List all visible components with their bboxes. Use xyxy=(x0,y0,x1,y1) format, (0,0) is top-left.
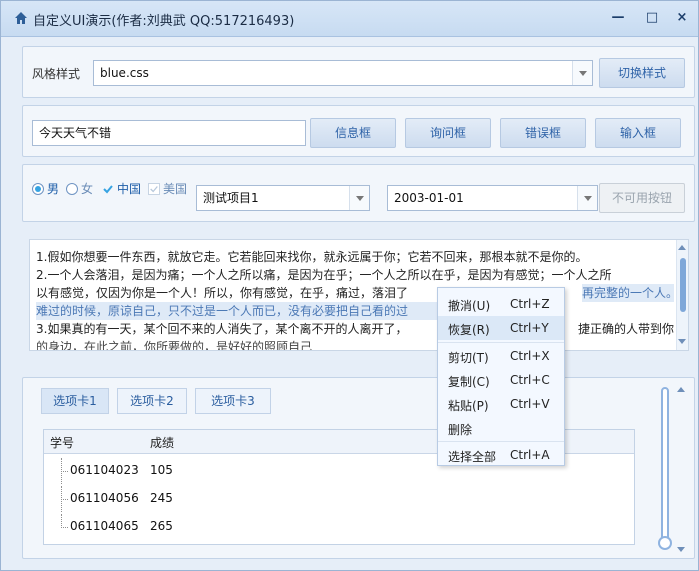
tree-line xyxy=(61,514,62,528)
text-scrollbar[interactable] xyxy=(676,240,688,350)
chevron-down-icon[interactable] xyxy=(577,186,597,210)
menu-paste-shortcut: Ctrl+V xyxy=(510,397,550,411)
title-bar[interactable]: 自定义UI演示(作者:刘典武 QQ:517216493) — □ × xyxy=(1,1,698,37)
menu-delete[interactable]: 删除 xyxy=(438,416,564,440)
text-editor[interactable]: 1.假如你想要一件东西，就放它走。它若能回来找你，就永远属于你；它若不回来，那根… xyxy=(29,239,689,351)
error-box-button[interactable]: 错误框 xyxy=(500,118,586,148)
project-combobox-value: 测试项目1 xyxy=(203,191,259,205)
text-line-5: 3.如果真的有一天，某个回不来的人消失了，某个离不开的人离开了， xyxy=(36,322,408,336)
window-title: 自定义UI演示(作者:刘典武 QQ:517216493) xyxy=(33,14,295,29)
female-radio[interactable] xyxy=(66,183,78,195)
menu-delete-label: 删除 xyxy=(448,423,473,437)
minimize-button[interactable]: — xyxy=(607,7,629,29)
text-line-2: 2.一个人会落泪，是因为痛；一个人之所以痛，是因为在乎；一个人之所以在乎，是因为… xyxy=(36,268,612,282)
scroll-down-icon[interactable] xyxy=(678,339,686,344)
header-score: 成绩 xyxy=(150,436,175,450)
menu-redo-label: 恢复(R) xyxy=(448,323,490,337)
male-radio-label: 男 xyxy=(47,182,60,196)
female-radio-label: 女 xyxy=(81,182,94,196)
menu-undo-shortcut: Ctrl+Z xyxy=(510,297,550,311)
text-line-4: 难过的时候，原谅自己，只不过是一个人而已，没有必要把自己看的过 xyxy=(36,302,446,320)
date-combobox[interactable]: 2003-01-01 xyxy=(387,185,598,211)
chevron-down-icon[interactable] xyxy=(349,186,369,210)
message-panel: 今天天气不错 信息框 询问框 错误框 输入框 xyxy=(22,105,695,157)
date-combobox-value: 2003-01-01 xyxy=(394,191,464,205)
menu-undo[interactable]: 撤消(U) Ctrl+Z xyxy=(438,292,564,316)
scroll-up-icon[interactable] xyxy=(677,387,685,392)
tab-1[interactable]: 选项卡1 xyxy=(41,388,109,414)
tree-elbow xyxy=(61,471,68,472)
message-text-input[interactable]: 今天天气不错 xyxy=(32,120,306,146)
menu-paste[interactable]: 粘贴(P) Ctrl+V xyxy=(438,392,564,416)
menu-select-all-label: 选择全部 xyxy=(448,450,497,464)
menu-select-all[interactable]: 选择全部 Ctrl+A xyxy=(438,443,564,467)
scroll-up-icon[interactable] xyxy=(678,245,686,250)
row-3-score: 265 xyxy=(150,519,173,533)
menu-redo[interactable]: 恢复(R) Ctrl+Y xyxy=(438,316,564,340)
row-3-id: 061104065 xyxy=(70,519,139,533)
row-2-score: 245 xyxy=(150,491,173,505)
tab-3[interactable]: 选项卡3 xyxy=(195,388,271,414)
text-line-6: 的身边，在此之前，你所要做的，是好好的照顾自己 xyxy=(36,340,313,351)
project-combobox[interactable]: 测试项目1 xyxy=(196,185,370,211)
style-label: 风格样式 xyxy=(32,67,81,81)
options-panel: 男 女 中国 美国 测试项目1 2003-01-01 不可用按钮 xyxy=(22,164,695,222)
style-combobox[interactable]: blue.css xyxy=(93,60,593,86)
scroll-down-icon[interactable] xyxy=(677,547,685,552)
input-box-button[interactable]: 输入框 xyxy=(595,118,681,148)
menu-undo-label: 撤消(U) xyxy=(448,299,491,313)
text-line-1: 1.假如你想要一件东西，就放它走。它若能回来找你，就永远属于你；它若不回来，那根… xyxy=(36,250,588,264)
menu-copy[interactable]: 复制(C) Ctrl+C xyxy=(438,368,564,392)
scroll-knob[interactable] xyxy=(658,536,672,550)
menu-cut[interactable]: 剪切(T) Ctrl+X xyxy=(438,344,564,368)
text-line-3-content: 以有感觉，仅因为你是一个人！所以，你有感觉，在乎，痛过，落泪了 xyxy=(36,286,409,300)
menu-cut-shortcut: Ctrl+X xyxy=(510,349,550,363)
check-usa-label: 美国 xyxy=(163,182,188,196)
text-line-5-tail: 捷正确的人带到你 xyxy=(578,322,675,336)
disabled-button: 不可用按钮 xyxy=(599,183,685,213)
chevron-down-icon[interactable] xyxy=(572,61,592,85)
menu-separator xyxy=(438,342,564,343)
table-row[interactable]: 061104065 265 xyxy=(44,514,634,540)
style-panel: 风格样式 blue.css 切换样式 xyxy=(22,46,695,98)
table-row[interactable]: 061104056 245 xyxy=(44,486,634,512)
tree-elbow xyxy=(61,499,68,500)
check-china-label: 中国 xyxy=(117,182,142,196)
switch-style-button[interactable]: 切换样式 xyxy=(599,58,685,88)
message-text-value: 今天天气不错 xyxy=(39,126,112,140)
check-usa-checkbox[interactable] xyxy=(148,183,160,195)
menu-select-all-shortcut: Ctrl+A xyxy=(510,448,550,462)
text-line-3: 以有感觉，仅因为你是一个人！所以，你有感觉，在乎，痛过，落泪了 xyxy=(36,284,408,302)
menu-copy-label: 复制(C) xyxy=(448,375,490,389)
home-icon xyxy=(15,12,27,24)
check-china-checkbox[interactable] xyxy=(102,183,114,195)
tree-elbow xyxy=(61,527,68,528)
menu-paste-label: 粘贴(P) xyxy=(448,399,489,413)
row-2-id: 061104056 xyxy=(70,491,139,505)
header-student-id: 学号 xyxy=(50,436,75,450)
style-combobox-value: blue.css xyxy=(100,66,149,80)
scroll-rail[interactable] xyxy=(661,387,669,547)
main-window: 自定义UI演示(作者:刘典武 QQ:517216493) — □ × 风格样式 … xyxy=(0,0,699,571)
menu-cut-label: 剪切(T) xyxy=(448,351,489,365)
question-box-button[interactable]: 询问框 xyxy=(405,118,491,148)
info-box-button[interactable]: 信息框 xyxy=(310,118,396,148)
menu-copy-shortcut: Ctrl+C xyxy=(510,373,550,387)
row-1-id: 061104023 xyxy=(70,463,139,477)
text-line-3-tail: 再完整的一个人。 xyxy=(582,284,679,302)
close-button[interactable]: × xyxy=(671,7,693,29)
tab-2[interactable]: 选项卡2 xyxy=(117,388,187,414)
maximize-button[interactable]: □ xyxy=(641,7,663,29)
tab-scrollbar[interactable] xyxy=(658,387,672,552)
male-radio[interactable] xyxy=(32,183,44,195)
context-menu: 撤消(U) Ctrl+Z 恢复(R) Ctrl+Y 剪切(T) Ctrl+X 复… xyxy=(437,287,565,466)
row-1-score: 105 xyxy=(150,463,173,477)
menu-separator xyxy=(438,441,564,442)
menu-redo-shortcut: Ctrl+Y xyxy=(510,321,549,335)
scroll-thumb[interactable] xyxy=(680,258,686,312)
